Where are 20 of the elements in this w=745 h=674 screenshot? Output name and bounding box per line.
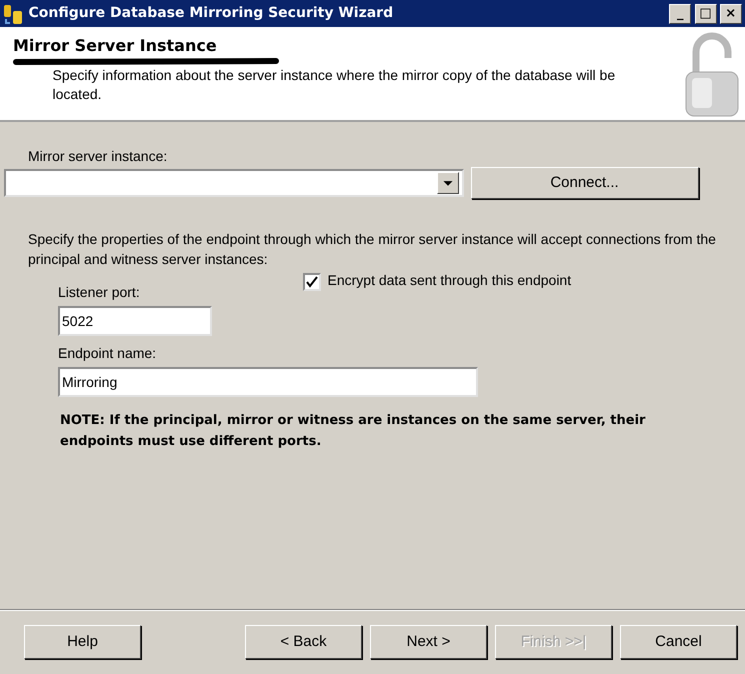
note-text: NOTE: If the principal, mirror or witness are instances on the same server, their endpoints must use different ports. — [60, 412, 646, 451]
cancel-button[interactable]: Cancel — [620, 625, 737, 659]
endpoint-name-field[interactable]: Mirroring — [58, 367, 478, 397]
back-button[interactable]: < Back — [245, 625, 362, 659]
field-label: Mirror server instance: — [28, 147, 168, 166]
checkbox-label[interactable]: Encrypt data sent through this endpoint — [328, 270, 572, 291]
minimize-button[interactable]: _ — [669, 4, 692, 24]
page-description: Specify information about the server instance where the mirror copy of the database will be located. — [52, 66, 616, 104]
maximize-button[interactable]: □ — [694, 4, 716, 24]
endpoint-description: Specify the properties of the endpoint through which the mirror server instance will accept connections from the principal and witness server instances: — [28, 230, 717, 269]
port-field[interactable]: 5022 — [58, 306, 212, 336]
checkbox[interactable] — [303, 273, 321, 292]
field-label: Endpoint name: — [58, 344, 158, 363]
close-button[interactable]: × — [720, 4, 742, 24]
next-button[interactable]: Next > — [370, 625, 487, 659]
page-title: Mirror Server Instance — [12, 34, 218, 56]
field-label: Listener port: — [58, 283, 141, 302]
connect-button[interactable]: Connect... — [470, 167, 698, 199]
help-button[interactable]: Help — [24, 625, 141, 659]
window-title: Configure Database Mirroring Security Wizard — [28, 4, 394, 23]
